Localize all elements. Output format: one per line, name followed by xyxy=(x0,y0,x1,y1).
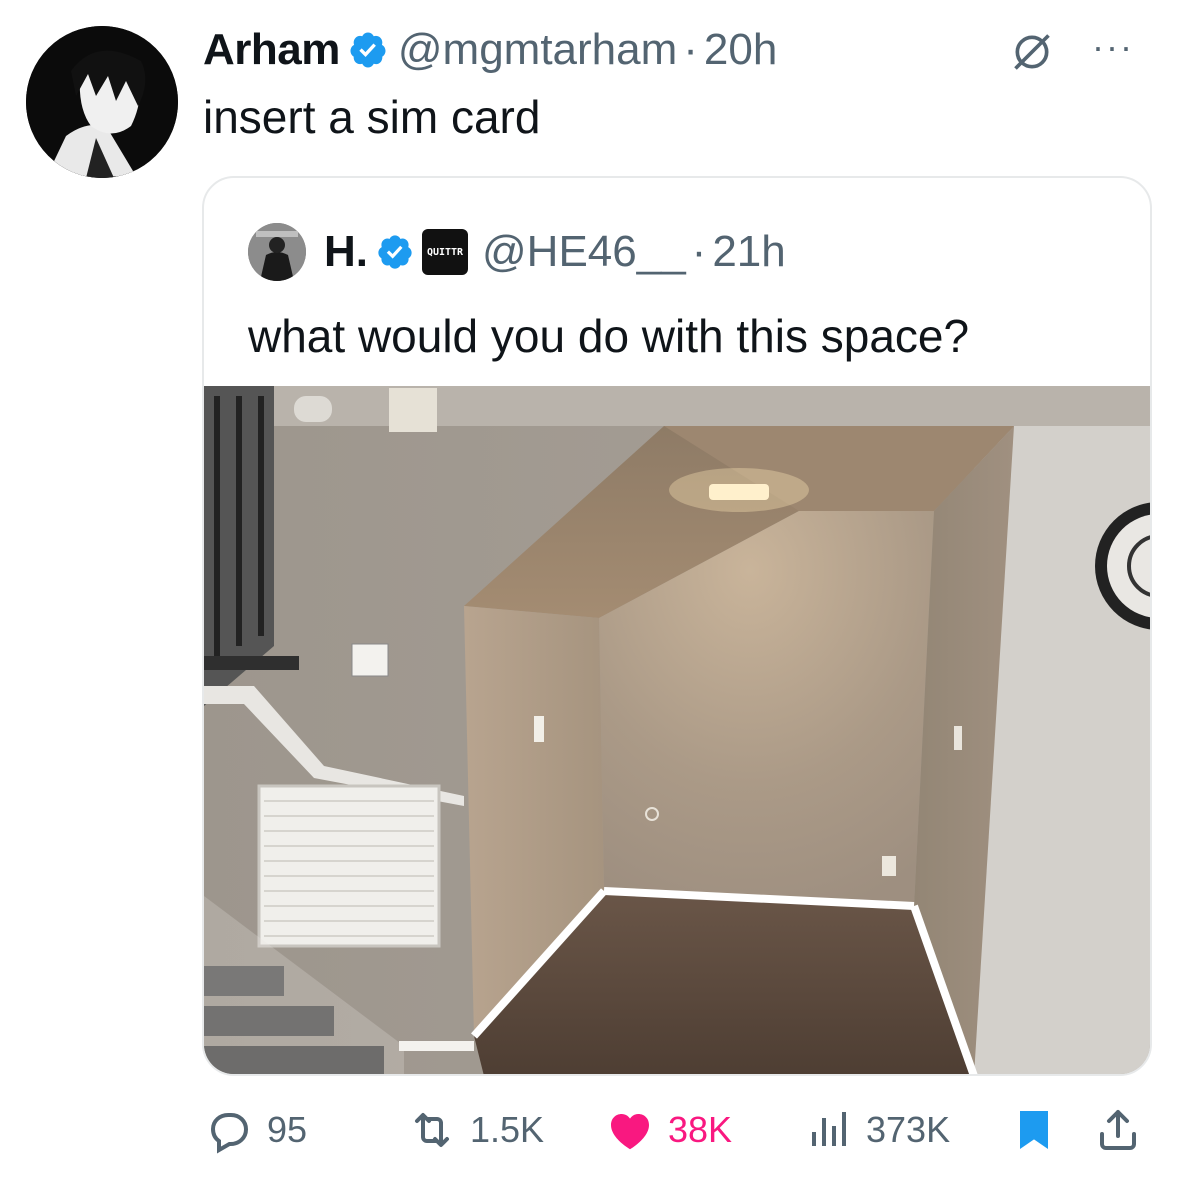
quoted-author-avatar[interactable] xyxy=(248,223,306,281)
like-count: 38K xyxy=(668,1109,733,1150)
views-count: 373K xyxy=(866,1109,951,1150)
quoted-author-name[interactable]: H. xyxy=(324,227,368,277)
views-icon xyxy=(812,1112,846,1146)
tweet-time[interactable]: 20h xyxy=(704,25,777,75)
reply-button[interactable]: 95 xyxy=(205,1100,307,1160)
separator-dot: · xyxy=(683,25,698,74)
more-icon[interactable]: ··· xyxy=(1092,26,1134,68)
quoted-tweet[interactable]: H. QUITTR @HE46__ · 21h what would you d… xyxy=(202,176,1152,1076)
verified-icon xyxy=(378,235,412,269)
share-icon xyxy=(1100,1110,1136,1150)
repost-button[interactable]: 1.5K xyxy=(408,1100,544,1160)
share-button[interactable] xyxy=(1094,1100,1142,1160)
like-icon xyxy=(611,1114,649,1150)
repost-count: 1.5K xyxy=(470,1109,545,1150)
author-name[interactable]: Arham xyxy=(203,25,340,75)
quoted-tweet-photo[interactable] xyxy=(204,386,1150,1076)
reply-count: 95 xyxy=(267,1109,308,1150)
tweet-text: insert a sim card xyxy=(203,91,541,143)
bookmark-button[interactable] xyxy=(1010,1100,1058,1160)
views-button[interactable]: 373K xyxy=(804,1100,950,1160)
author-handle[interactable]: @mgmtarham xyxy=(398,25,677,75)
quoted-tweet-header: H. QUITTR @HE46__ · 21h xyxy=(248,222,786,282)
action-bar: 95 1.5K 38K 373K xyxy=(0,1100,1179,1160)
affiliate-badge[interactable]: QUITTR xyxy=(422,229,468,275)
repost-icon xyxy=(415,1113,449,1147)
reply-icon xyxy=(210,1113,249,1154)
tweet-header: Arham @mgmtarham · 20h xyxy=(203,22,777,78)
verified-icon xyxy=(350,32,386,68)
separator-dot: · xyxy=(691,227,707,276)
grok-icon[interactable] xyxy=(1010,30,1054,74)
bookmark-icon xyxy=(1020,1111,1048,1149)
author-avatar[interactable] xyxy=(26,26,178,178)
quoted-tweet-text: what would you do with this space? xyxy=(248,310,970,362)
like-button[interactable]: 38K xyxy=(606,1100,732,1160)
quoted-author-handle[interactable]: @HE46__ xyxy=(482,227,686,277)
quoted-tweet-time[interactable]: 21h xyxy=(712,227,785,277)
